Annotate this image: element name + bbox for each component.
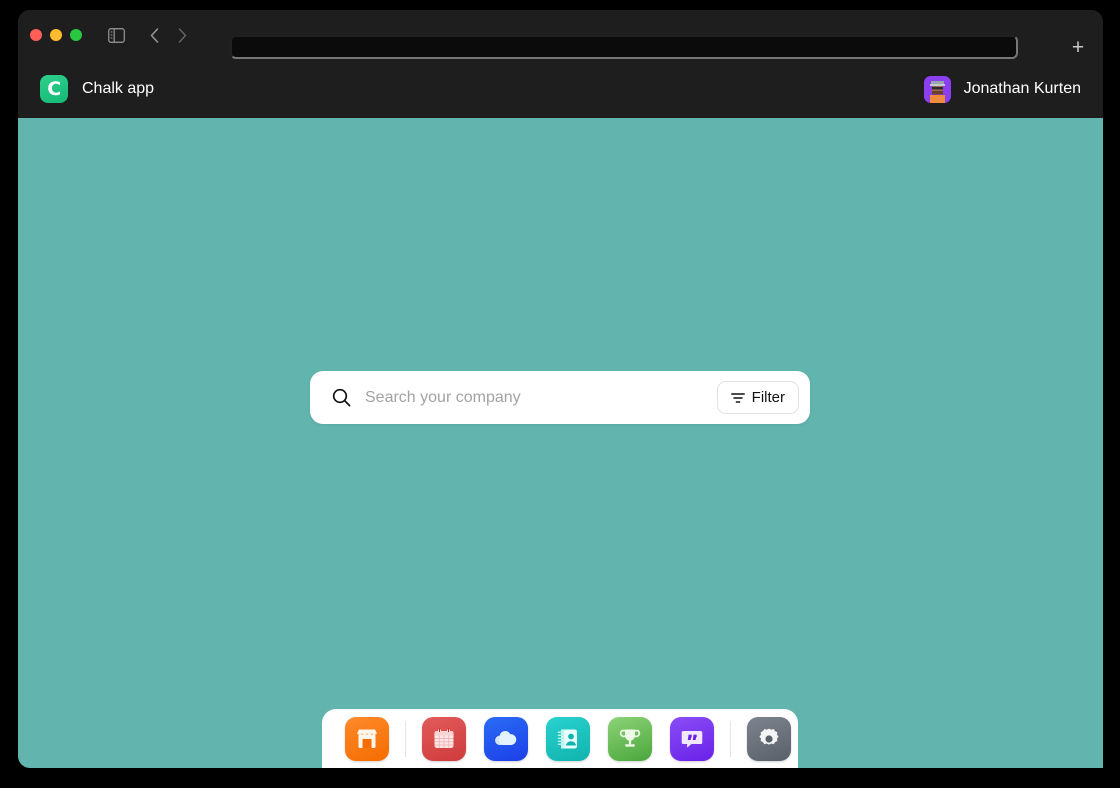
dock-item-calendar[interactable] [422, 716, 466, 761]
chevron-left-icon[interactable] [141, 22, 167, 48]
search-bar: Filter [310, 371, 810, 424]
traffic-light-buttons [30, 29, 82, 41]
user-avatar [923, 75, 951, 103]
search-input[interactable] [365, 388, 717, 407]
chevron-right-icon[interactable] [169, 22, 195, 48]
chalk-logo-icon: C [40, 75, 68, 103]
dock-item-settings[interactable] [747, 716, 791, 761]
user-account[interactable]: Jonathan Kurten [923, 75, 1081, 103]
app-header: C Chalk app Jonathan Kurten [18, 60, 1103, 118]
navigation-arrows [141, 22, 195, 48]
browser-titlebar: + [18, 10, 1103, 60]
dock-divider [730, 720, 731, 757]
cloud-icon [492, 725, 520, 753]
address-bar[interactable] [230, 35, 1018, 59]
dock-divider [405, 720, 406, 757]
search-icon [332, 388, 351, 407]
dock-item-storefront[interactable] [345, 716, 389, 761]
storefront-icon [354, 726, 380, 752]
dock-item-chat[interactable] [670, 716, 714, 761]
browser-window: + C Chalk app Jonathan Kurten Search you… [18, 10, 1103, 768]
maximize-window-button[interactable] [70, 29, 82, 41]
filter-label: Filter [751, 389, 785, 406]
close-window-button[interactable] [30, 29, 42, 41]
dock-item-cloud[interactable] [484, 716, 528, 761]
dock-item-trophy[interactable] [608, 716, 652, 761]
filter-icon [730, 392, 745, 404]
user-name-label: Jonathan Kurten [963, 80, 1081, 97]
app-canvas: Filter [18, 118, 1103, 768]
app-title: Chalk app [82, 80, 155, 97]
gear-icon [756, 726, 782, 752]
calendar-icon [431, 726, 457, 752]
app-dock [322, 709, 798, 768]
sidebar-toggle-icon[interactable] [103, 22, 129, 48]
dock-item-contacts[interactable] [546, 716, 590, 761]
trophy-icon [617, 726, 643, 752]
new-tab-button[interactable]: + [1065, 34, 1091, 60]
filter-button[interactable]: Filter [716, 381, 799, 414]
chat-quote-icon [679, 726, 705, 752]
minimize-window-button[interactable] [50, 29, 62, 41]
contacts-icon [555, 726, 581, 752]
app-brand: C Chalk app [40, 75, 154, 103]
